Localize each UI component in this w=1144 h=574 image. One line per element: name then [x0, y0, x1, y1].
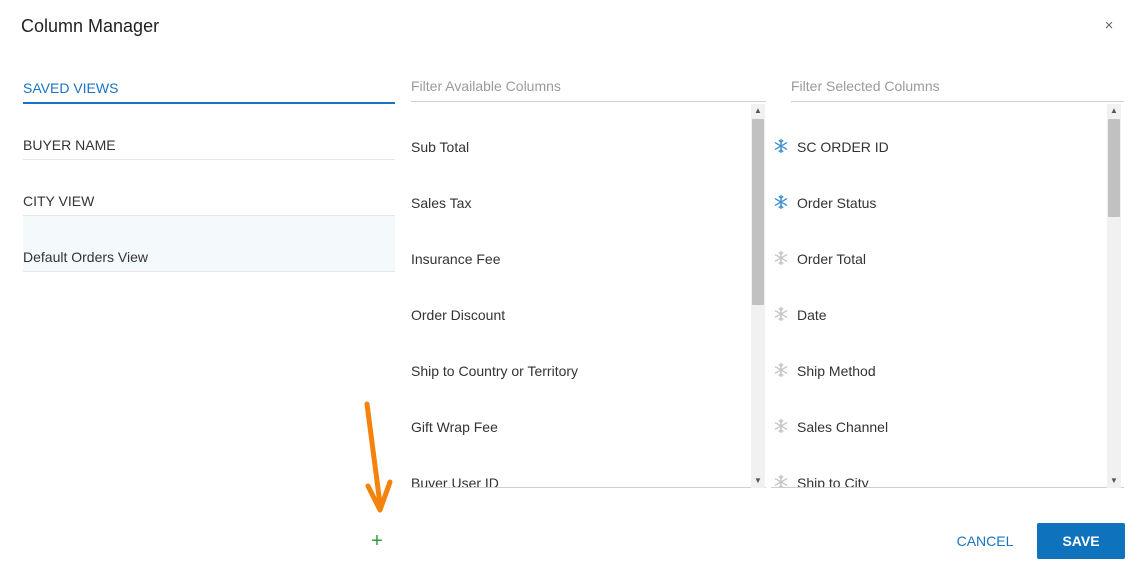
selected-column-item[interactable]: Date [773, 287, 827, 343]
available-columns-list: Sub Total Sales Tax Insurance Fee Order … [411, 102, 766, 488]
snowflake-icon[interactable] [773, 474, 791, 487]
cancel-button[interactable]: CANCEL [946, 524, 1024, 558]
snowflake-icon[interactable] [773, 138, 791, 156]
triangle-down-icon[interactable]: ▼ [1107, 474, 1121, 488]
filter-available-columns-input[interactable] [411, 70, 766, 102]
plus-icon[interactable]: + [368, 530, 386, 552]
saved-view-default-orders-view[interactable]: Default Orders View [23, 216, 395, 272]
available-columns-scrollbar[interactable]: ▲ ▼ [751, 104, 765, 488]
selected-column-item[interactable]: Ship to City [773, 455, 869, 488]
snowflake-icon[interactable] [773, 306, 791, 324]
triangle-up-icon[interactable]: ▲ [751, 104, 765, 118]
save-button[interactable]: SAVE [1037, 523, 1125, 559]
selected-column-item[interactable]: Sales Channel [773, 399, 888, 455]
snowflake-icon[interactable] [773, 194, 791, 212]
scrollbar-thumb[interactable] [752, 119, 764, 305]
selected-column-item[interactable]: SC ORDER ID [773, 119, 889, 175]
selected-column-label: Date [797, 307, 827, 323]
available-column-item[interactable]: Gift Wrap Fee [411, 399, 498, 455]
saved-view-buyer-name[interactable]: BUYER NAME [23, 104, 395, 160]
saved-views-header[interactable]: SAVED VIEWS [23, 80, 395, 104]
available-column-item[interactable]: Sub Total [411, 119, 469, 175]
selected-column-label: Ship to City [797, 475, 869, 488]
available-column-item[interactable]: Order Discount [411, 287, 505, 343]
scrollbar-thumb[interactable] [1108, 119, 1120, 217]
snowflake-icon[interactable] [773, 362, 791, 380]
available-column-item[interactable]: Buyer User ID [411, 455, 499, 487]
selected-columns-scrollbar[interactable]: ▲ ▼ [1107, 104, 1121, 488]
available-column-item[interactable]: Ship to Country or Territory [411, 343, 578, 399]
snowflake-icon[interactable] [773, 418, 791, 436]
selected-columns-list: SC ORDER ID Order Status Order Total Dat… [771, 102, 1124, 488]
selected-column-item[interactable]: Order Total [773, 231, 866, 287]
triangle-up-icon[interactable]: ▲ [1107, 104, 1121, 118]
selected-column-label: SC ORDER ID [797, 139, 889, 155]
filter-selected-columns-input[interactable] [791, 70, 1124, 102]
available-column-item[interactable]: Insurance Fee [411, 231, 501, 287]
selected-column-label: Ship Method [797, 363, 876, 379]
saved-view-city-view[interactable]: CITY VIEW [23, 160, 395, 216]
snowflake-icon[interactable] [773, 250, 791, 268]
close-icon[interactable]: × [1100, 16, 1118, 36]
selected-column-label: Sales Channel [797, 419, 889, 435]
selected-column-item[interactable]: Ship Method [773, 343, 876, 399]
dialog-title: Column Manager [21, 16, 160, 36]
selected-column-label: Order Total [797, 251, 866, 267]
saved-views-list: BUYER NAME CITY VIEW Default Orders View [23, 104, 395, 272]
selected-column-item[interactable]: Order Status [773, 175, 876, 231]
annotation-arrow-icon [364, 401, 393, 513]
triangle-down-icon[interactable]: ▼ [751, 474, 765, 488]
selected-column-label: Order Status [797, 195, 877, 211]
available-column-item[interactable]: Sales Tax [411, 175, 471, 231]
